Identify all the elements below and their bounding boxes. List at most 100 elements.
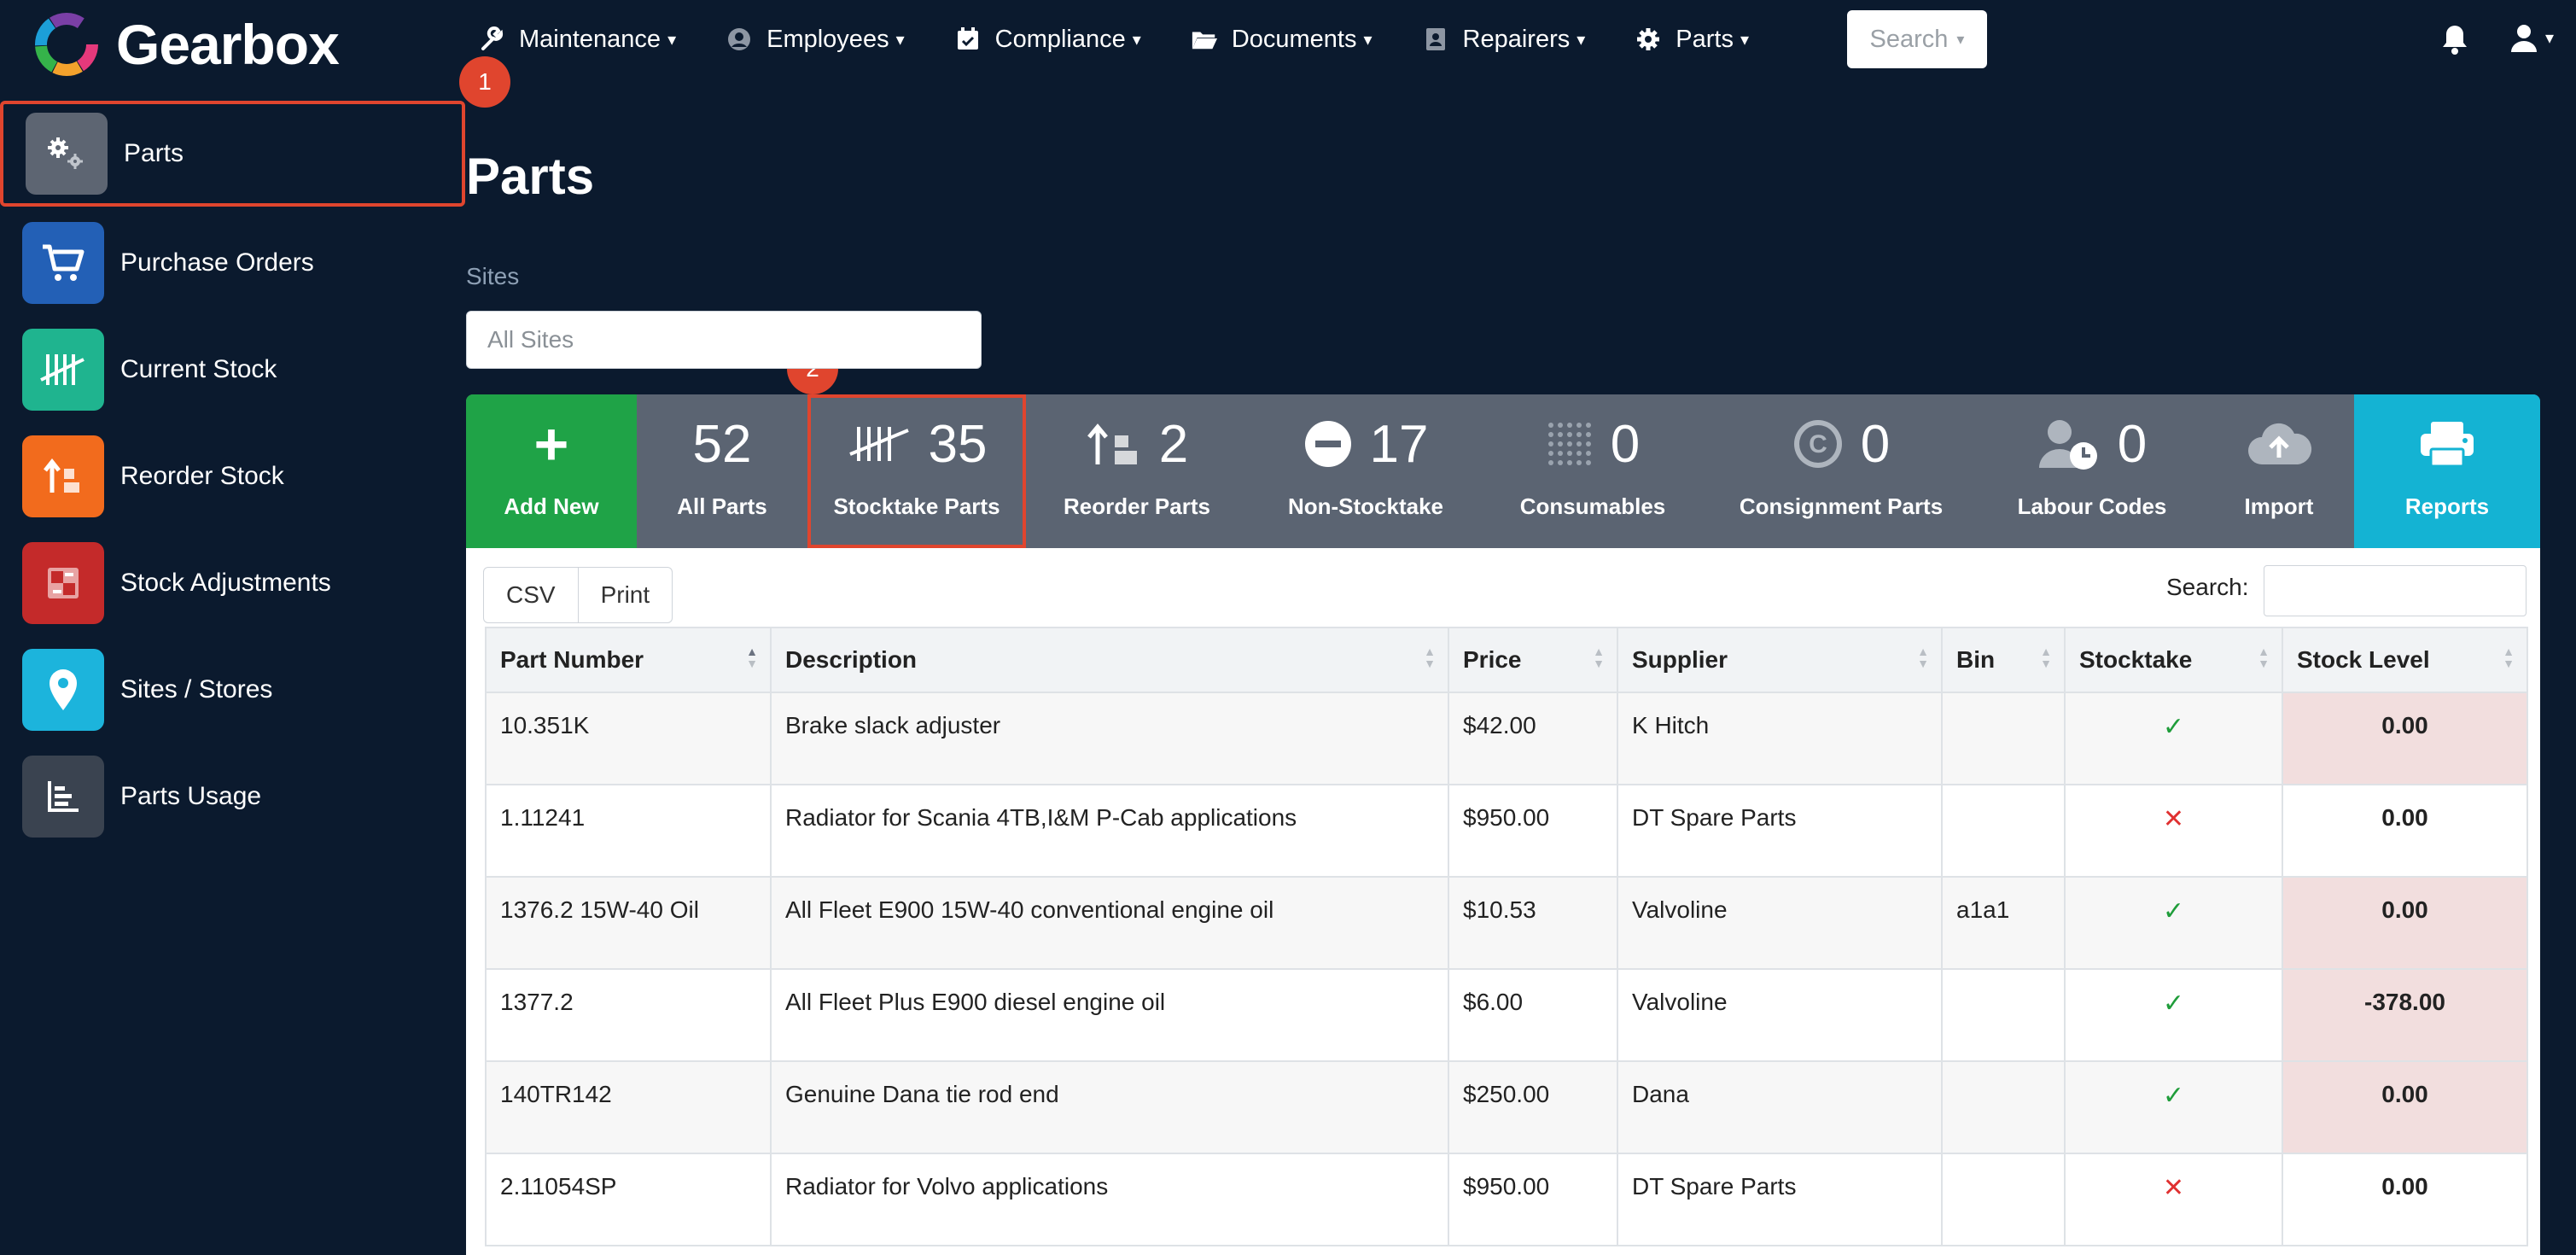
col-supplier[interactable]: Supplier ▲ ▼ <box>1617 627 1943 693</box>
search-label: Search <box>1869 25 1949 53</box>
sidebar-item-sites-stores[interactable]: Sites / Stores <box>0 637 465 743</box>
print-button[interactable]: Print <box>578 567 673 623</box>
cell-bin <box>1941 1153 2066 1246</box>
tile-add-new[interactable]: + Add New <box>466 394 637 548</box>
app-name: Gearbox <box>116 13 340 76</box>
nav-maintenance[interactable]: Maintenance ▾ <box>478 26 676 54</box>
tile-label: Reorder Parts <box>1064 493 1210 519</box>
cell-bin <box>1941 784 2066 878</box>
tile-label: Reports <box>2404 493 2490 519</box>
table-search-input[interactable] <box>2264 565 2526 616</box>
tile-label: Consignment Parts <box>1739 493 1944 519</box>
tile-label: Non-Stocktake <box>1287 493 1444 519</box>
tile-non-stocktake[interactable]: 17 Non-Stocktake <box>1248 394 1483 548</box>
cell-stocktake: ✓ <box>2064 1060 2283 1154</box>
sidebar-item-reorder-stock[interactable]: Reorder Stock <box>0 423 465 529</box>
table-row[interactable]: 1.11241 Radiator for Scania 4TB,I&M P-Ca… <box>485 784 2528 878</box>
main-nav: Maintenance ▾ Employees ▾ Compliance ▾ Docu… <box>478 0 1798 79</box>
sort-icon: ▲ ▼ <box>2258 645 2270 670</box>
tile-labour-codes[interactable]: 0 Labour Codes <box>1980 394 2204 548</box>
adjust-icon <box>22 542 104 624</box>
column-header-label: Bin <box>1956 646 1996 673</box>
cell-price: $250.00 <box>1448 1060 1618 1154</box>
cell-description: Brake slack adjuster <box>770 692 1449 785</box>
table-row[interactable]: 10.351K Brake slack adjuster $42.00 K Hi… <box>485 692 2528 785</box>
bell-icon[interactable] <box>2439 22 2470 56</box>
column-header-label: Stock Level <box>2297 646 2430 673</box>
printer-icon <box>2421 422 2474 468</box>
nav-repairers[interactable]: Repairers ▾ <box>1422 25 1585 54</box>
page-title: Parts <box>466 148 595 205</box>
sidebar-item-current-stock[interactable]: Current Stock <box>0 317 465 423</box>
tile-reorder-parts[interactable]: 2 Reorder Parts <box>1026 394 1248 548</box>
reorder-icon <box>1087 423 1137 464</box>
cell-supplier: DT Spare Parts <box>1617 784 1943 878</box>
cell-supplier: Dana <box>1617 1060 1943 1154</box>
tile-label: Stocktake Parts <box>833 493 1000 519</box>
table-row[interactable]: 2.11054SP Radiator for Volvo application… <box>485 1153 2528 1246</box>
nav-label: Employees <box>766 25 889 53</box>
nav-documents[interactable]: Documents ▾ <box>1191 26 1373 54</box>
cloud-upload-icon <box>2248 423 2312 464</box>
tile-consignment-parts[interactable]: C 0 Consignment Parts <box>1702 394 1980 548</box>
caret-down-icon: ▾ <box>667 30 677 50</box>
cell-price: $42.00 <box>1448 692 1618 785</box>
nav-label: Compliance <box>994 25 1126 53</box>
folder-icon <box>1191 26 1218 53</box>
sites-label: Sites <box>466 263 520 289</box>
sidebar-item-parts-usage[interactable]: Parts Usage <box>0 744 465 849</box>
table-row[interactable]: 1376.2 15W-40 Oil All Fleet E900 15W-40 … <box>485 876 2528 970</box>
sites-select[interactable]: All Sites <box>466 311 982 369</box>
col-price[interactable]: Price ▲ ▼ <box>1448 627 1618 693</box>
cell-bin <box>1941 968 2066 1062</box>
column-header-label: Supplier <box>1632 646 1728 673</box>
app-logo[interactable]: Gearbox <box>32 10 340 79</box>
step-badge-1: 1 <box>459 56 510 108</box>
tile-stocktake-parts[interactable]: 35 Stocktake Parts <box>807 394 1026 548</box>
caret-down-icon: ▾ <box>895 30 905 50</box>
tile-reports[interactable]: Reports <box>2354 394 2540 548</box>
cell-stocktake: ✕ <box>2064 784 2283 878</box>
sidebar-item-label: Sites / Stores <box>120 675 273 703</box>
contact-card-icon <box>1422 26 1449 53</box>
nav-parts[interactable]: Parts ▾ <box>1635 26 1749 54</box>
cell-description: All Fleet E900 15W-40 conventional engin… <box>770 876 1449 970</box>
calendar-check-icon <box>954 26 982 53</box>
sidebar-item-label: Parts Usage <box>120 782 262 810</box>
sort-icon: ▲ ▼ <box>2503 645 2515 670</box>
tile-all-parts[interactable]: 52 All Parts <box>637 394 807 548</box>
tile-label: Consumables <box>1519 493 1666 519</box>
sidebar-item-stock-adjustments[interactable]: Stock Adjustments <box>0 530 465 636</box>
global-search-button[interactable]: Search ▾ <box>1847 10 1987 68</box>
cell-part-number: 10.351K <box>485 692 772 785</box>
tile-label: Add New <box>504 493 599 519</box>
col-stock-level[interactable]: Stock Level ▲ ▼ <box>2282 627 2528 693</box>
cell-description: Genuine Dana tie rod end <box>770 1060 1449 1154</box>
table-row[interactable]: 1377.2 All Fleet Plus E900 diesel engine… <box>485 968 2528 1062</box>
nav-employees[interactable]: Employees ▾ <box>726 26 905 54</box>
nav-compliance[interactable]: Compliance ▾ <box>954 26 1141 54</box>
col-description[interactable]: Description ▲ ▼ <box>770 627 1449 693</box>
sort-icon: ▲ ▼ <box>2040 645 2052 670</box>
tile-count: 35 <box>928 414 988 474</box>
column-header-label: Part Number <box>500 646 644 673</box>
tile-consumables[interactable]: 0 Consumables <box>1483 394 1702 548</box>
minus-circle-icon <box>1304 421 1351 467</box>
caret-down-icon: ▾ <box>1956 30 1965 48</box>
col-bin[interactable]: Bin ▲ ▼ <box>1941 627 2066 693</box>
sidebar-item-parts[interactable]: Parts <box>0 101 465 207</box>
table-row[interactable]: 140TR142 Genuine Dana tie rod end $250.0… <box>485 1060 2528 1154</box>
nav-label: Documents <box>1231 25 1357 53</box>
nav-label: Repairers <box>1462 25 1571 53</box>
col-stocktake[interactable]: Stocktake ▲ ▼ <box>2064 627 2283 693</box>
parts-summary-tiles: + Add New 52 All Parts 35 Stocktake Part… <box>466 394 2540 548</box>
column-header-label: Price <box>1463 646 1522 673</box>
sidebar-item-purchase-orders[interactable]: Purchase Orders <box>0 210 465 316</box>
user-menu[interactable]: ▾ <box>2509 20 2569 55</box>
col-part-number[interactable]: Part Number ▲ ▼ <box>485 627 772 693</box>
sidebar-item-label: Reorder Stock <box>120 462 284 490</box>
cell-stocktake: ✓ <box>2064 876 2283 970</box>
svg-text:C: C <box>1809 430 1827 458</box>
tile-import[interactable]: Import <box>2204 394 2354 548</box>
csv-button[interactable]: CSV <box>483 567 579 623</box>
